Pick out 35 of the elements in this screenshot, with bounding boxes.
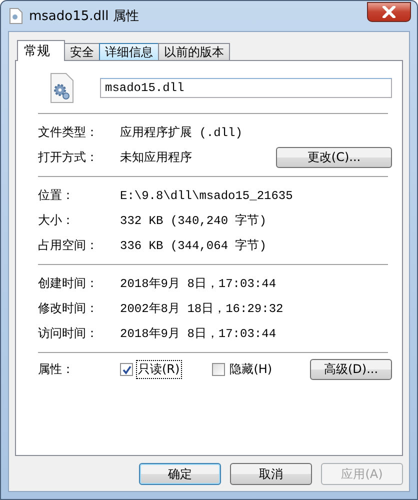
field-label: 文件类型：	[38, 124, 99, 141]
tab[interactable]: 安全	[64, 43, 100, 60]
tab[interactable]: 以前的版本	[158, 43, 230, 60]
tab[interactable]: 常规	[17, 40, 65, 61]
tab[interactable]: 详细信息	[99, 43, 159, 60]
file-name-field[interactable]: msado15.dll	[100, 78, 392, 98]
field-label: 占用空间：	[38, 237, 99, 254]
field-value: 应用程序扩展 (.dll)	[120, 125, 244, 141]
checkbox[interactable]	[212, 363, 225, 376]
field-value: 未知应用程序	[120, 150, 193, 166]
field-value: 332 KB (340,240 字节)	[120, 212, 268, 229]
checkbox-label[interactable]: 只读(R)	[136, 360, 182, 379]
field-label: 位置：	[38, 187, 75, 204]
checkbox[interactable]	[120, 363, 133, 376]
field-label: 访问时间：	[38, 325, 99, 342]
file-gear-icon	[50, 73, 74, 103]
field-value: 336 KB (344,064 字节)	[120, 238, 268, 254]
checkbox-label[interactable]: 隐藏(H)	[228, 360, 274, 379]
advanced-button[interactable]: 高级(D)...	[310, 359, 392, 380]
field-value: 2018年9月 8日，17:03:44	[120, 276, 278, 292]
field-label: 创建时间：	[38, 275, 99, 292]
dialog-button[interactable]: 确定	[139, 463, 221, 485]
close-button[interactable]	[367, 2, 411, 22]
close-icon	[382, 6, 396, 18]
field-label: 修改时间：	[38, 300, 99, 317]
field-label: 属性：	[38, 361, 75, 378]
field-value: E:\9.8\dll\msado15_21635	[120, 188, 294, 202]
field-value: 2018年9月 8日，17:03:44	[120, 326, 278, 342]
window-title: msado15.dll 属性	[29, 8, 140, 25]
field-label: 大小：	[38, 212, 75, 229]
file-icon	[9, 8, 23, 24]
field-label: 打开方式：	[38, 149, 99, 166]
field-value: 2002年8月 18日，16:29:32	[120, 301, 284, 317]
dialog-button[interactable]: 取消	[230, 463, 312, 485]
change-button[interactable]: 更改(C)...	[276, 147, 392, 168]
